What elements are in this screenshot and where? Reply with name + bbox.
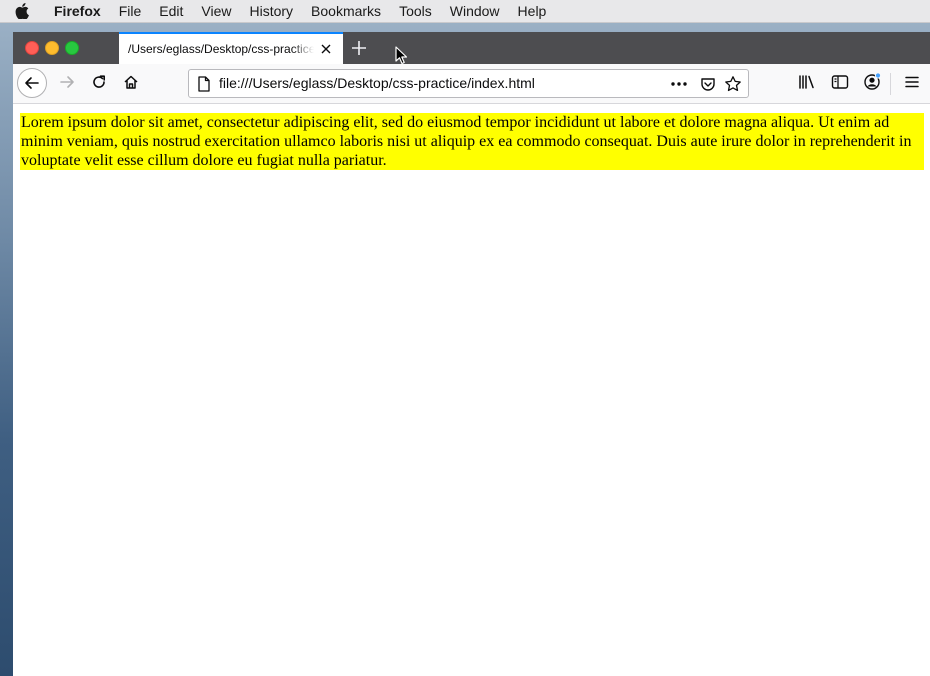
url-field-value[interactable]: file:///Users/eglass/Desktop/css-practic… <box>219 70 535 97</box>
sidebar-icon <box>831 75 849 89</box>
library-icon <box>799 75 814 89</box>
browser-window: /Users/eglass/Desktop/css-practice/index… <box>13 32 930 676</box>
toolbar-separator <box>890 73 891 95</box>
forward-arrow-icon <box>60 76 74 88</box>
new-tab-plus-icon[interactable] <box>350 39 368 57</box>
forward-button[interactable] <box>55 70 79 94</box>
window-close-button[interactable] <box>25 41 39 55</box>
pocket-icon[interactable] <box>700 76 716 92</box>
menu-app-firefox[interactable]: Firefox <box>44 0 110 22</box>
menu-history[interactable]: History <box>240 0 302 22</box>
mouse-pointer-icon <box>395 46 409 66</box>
apple-menu-icon[interactable] <box>0 3 44 19</box>
home-icon <box>124 75 138 89</box>
tab-active[interactable]: /Users/eglass/Desktop/css-practice/index… <box>119 32 343 64</box>
highlighted-paragraph: Lorem ipsum dolor sit amet, consectetur … <box>20 113 924 170</box>
menu-help[interactable]: Help <box>509 0 556 22</box>
menu-file[interactable]: File <box>110 0 151 22</box>
tab-bar: /Users/eglass/Desktop/css-practice/index… <box>13 32 930 66</box>
back-button[interactable] <box>17 68 47 98</box>
home-button[interactable] <box>119 70 143 94</box>
reload-button[interactable] <box>87 70 111 94</box>
window-zoom-button[interactable] <box>65 41 79 55</box>
app-menu-button[interactable] <box>902 72 922 92</box>
reload-icon <box>93 75 105 88</box>
library-button[interactable] <box>797 72 817 92</box>
url-bar[interactable]: file:///Users/eglass/Desktop/css-practic… <box>188 69 749 98</box>
window-minimize-button[interactable] <box>45 41 59 55</box>
account-icon <box>864 72 882 90</box>
nav-toolbar: file:///Users/eglass/Desktop/css-practic… <box>13 64 930 104</box>
page-actions-more-icon[interactable] <box>670 76 688 92</box>
page-file-icon[interactable] <box>197 76 211 92</box>
menu-view[interactable]: View <box>192 0 240 22</box>
menu-bookmarks[interactable]: Bookmarks <box>302 0 390 22</box>
macos-menu-bar: Firefox File Edit View History Bookmarks… <box>0 0 930 23</box>
menu-tools[interactable]: Tools <box>390 0 441 22</box>
tab-close-icon[interactable] <box>319 42 333 56</box>
back-arrow-icon <box>25 77 39 89</box>
menu-edit[interactable]: Edit <box>150 0 192 22</box>
firefox-account-button[interactable] <box>862 72 882 92</box>
page-content: Lorem ipsum dolor sit amet, consectetur … <box>13 104 930 676</box>
menu-window[interactable]: Window <box>441 0 509 22</box>
hamburger-menu-icon <box>905 76 919 88</box>
bookmark-star-icon[interactable] <box>724 75 742 93</box>
sidebar-toggle-button[interactable] <box>830 72 850 92</box>
tab-title: /Users/eglass/Desktop/css-practice/index… <box>128 42 314 56</box>
